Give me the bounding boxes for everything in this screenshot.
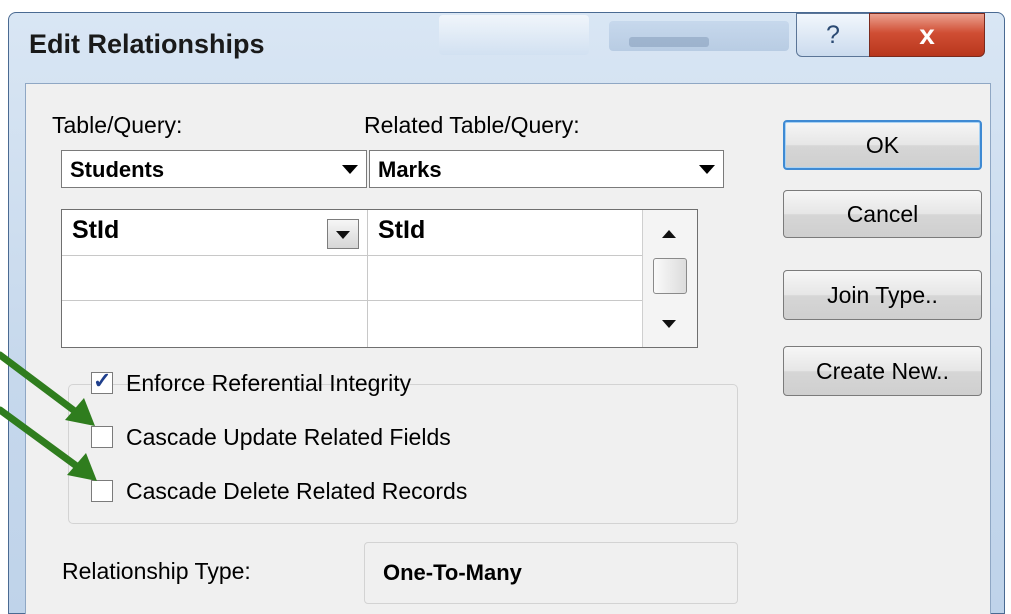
- grid-cell-related-field-1[interactable]: StId: [368, 210, 645, 256]
- cancel-button[interactable]: Cancel: [783, 190, 982, 238]
- grid-scrollbar[interactable]: [642, 210, 697, 347]
- create-new-button[interactable]: Create New..: [783, 346, 982, 396]
- grid-cell-text: StId: [378, 216, 426, 244]
- grid-cell-table-field-2[interactable]: [62, 256, 368, 301]
- chevron-down-icon: [699, 165, 715, 174]
- relationship-type-label: Relationship Type:: [62, 558, 251, 584]
- title-bar[interactable]: Edit Relationships ? x: [9, 13, 1004, 83]
- help-icon: ?: [826, 20, 840, 49]
- scroll-down-icon[interactable]: [662, 320, 676, 328]
- annotation-arrow-icon: [0, 351, 95, 426]
- dialog-title: Edit Relationships: [29, 29, 265, 59]
- title-bar-shadow: [629, 37, 709, 47]
- related-table-query-value: Marks: [378, 157, 442, 182]
- enforce-integrity-label[interactable]: Enforce Referential Integrity: [126, 370, 411, 397]
- ok-button[interactable]: OK: [783, 120, 982, 170]
- edit-relationships-dialog: Edit Relationships ? x Table/Query: Rela…: [8, 12, 1005, 614]
- grid-cell-related-field-2[interactable]: [368, 256, 645, 301]
- relationship-type-box: One-To-Many: [364, 542, 738, 604]
- fields-grid: StId StId: [61, 209, 698, 348]
- help-button[interactable]: ?: [796, 13, 870, 57]
- scroll-up-icon[interactable]: [662, 230, 676, 238]
- grid-cell-table-field-1[interactable]: StId: [62, 210, 368, 256]
- related-table-query-label: Related Table/Query:: [364, 112, 580, 138]
- chevron-down-icon: [336, 231, 350, 239]
- title-bar-highlight: [439, 15, 589, 55]
- close-icon: x: [919, 19, 935, 50]
- table-query-value: Students: [70, 157, 165, 182]
- chevron-down-icon: [342, 165, 358, 174]
- grid-cell-text: StId: [72, 216, 120, 244]
- table-query-combo[interactable]: Students: [61, 150, 367, 188]
- table-query-label: Table/Query:: [52, 112, 183, 138]
- close-button[interactable]: x: [869, 13, 985, 57]
- related-table-query-combo[interactable]: Marks: [369, 150, 724, 188]
- scroll-thumb[interactable]: [653, 258, 687, 294]
- dialog-body: Table/Query: Related Table/Query: Studen…: [25, 83, 991, 614]
- cascade-delete-label[interactable]: Cascade Delete Related Records: [126, 478, 467, 505]
- cascade-update-label[interactable]: Cascade Update Related Fields: [126, 424, 451, 451]
- field-dropdown-button[interactable]: [327, 219, 359, 249]
- relationship-type-value: One-To-Many: [383, 560, 522, 585]
- grid-cell-related-field-3[interactable]: [368, 301, 645, 347]
- annotation-arrows: [0, 351, 97, 481]
- join-type-button[interactable]: Join Type..: [783, 270, 982, 320]
